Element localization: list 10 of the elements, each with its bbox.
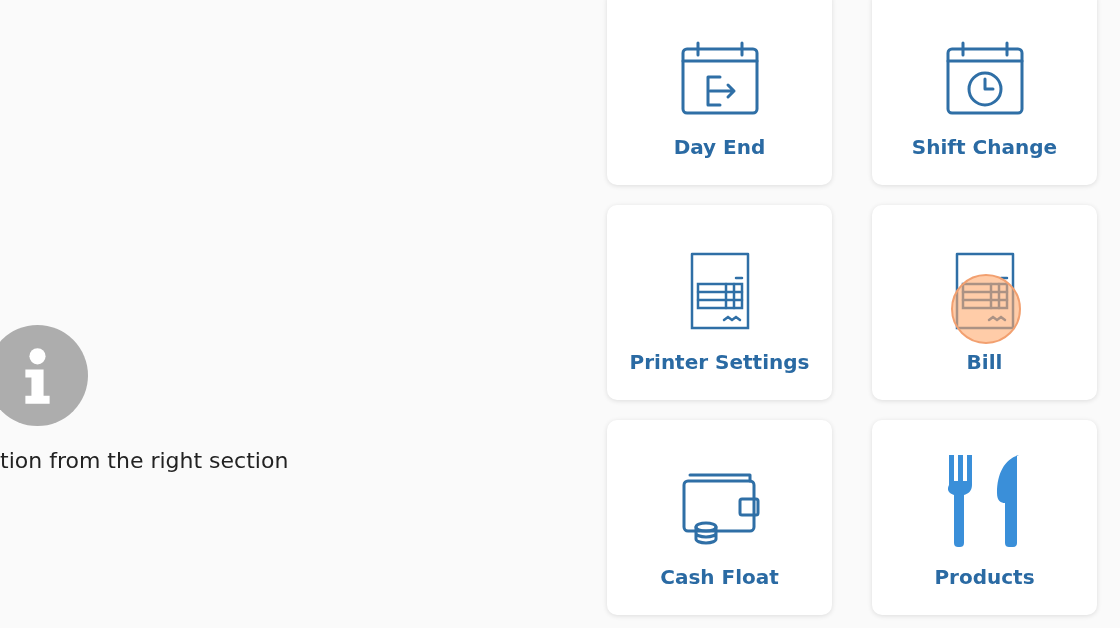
menu-tile[interactable]: Cash Float [607, 420, 832, 615]
menu-tile[interactable]: Products [872, 420, 1097, 615]
info-icon [0, 325, 88, 426]
menu-tile[interactable]: Shift Change [872, 0, 1097, 185]
calendar-exit-icon [679, 41, 760, 117]
menu-tile[interactable]: Day End [607, 0, 832, 185]
hint-text: tion from the right section [0, 448, 290, 473]
calendar-clock-icon [944, 41, 1025, 117]
menu-tile[interactable]: Bill [872, 205, 1097, 400]
menu-tile[interactable]: Printer Settings [607, 205, 832, 400]
